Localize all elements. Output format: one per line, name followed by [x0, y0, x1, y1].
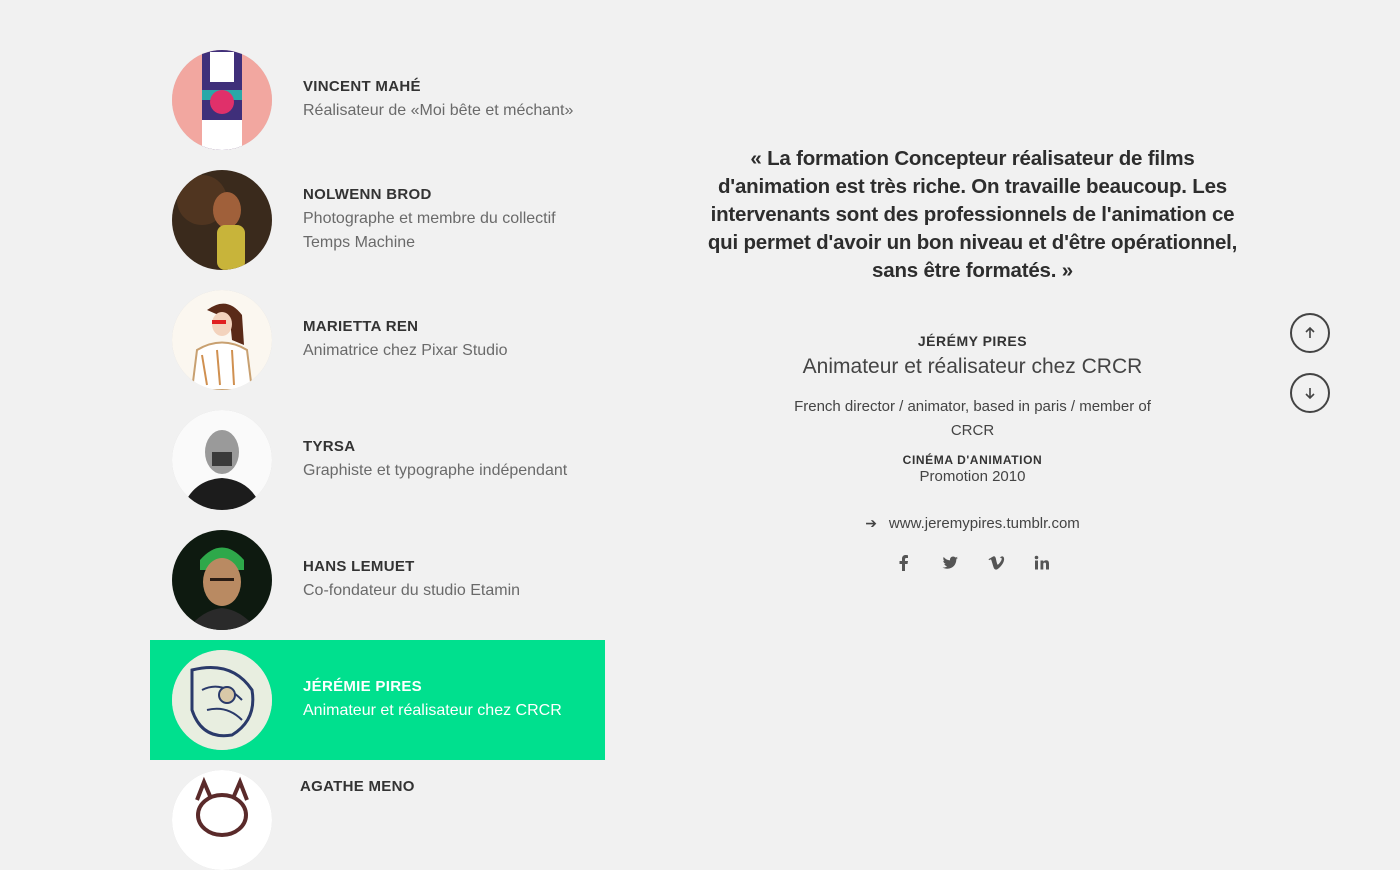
list-item[interactable]: MARIETTA REN Animatrice chez Pixar Studi…	[150, 280, 605, 400]
list-item[interactable]: NOLWENN BROD Photographe et membre du co…	[150, 160, 605, 280]
linkedin-icon[interactable]	[1033, 554, 1051, 572]
avatar	[172, 290, 272, 390]
avatar	[172, 650, 272, 750]
detail-name: JÉRÉMY PIRES	[917, 333, 1028, 349]
list-item-active[interactable]: JÉRÉMIE PIRES Animateur et réalisateur c…	[150, 640, 605, 760]
list-item[interactable]: VINCENT MAHÉ Réalisateur de «Moi bête et…	[150, 40, 605, 160]
list-item[interactable]: TYRSA Graphiste et typographe indépendan…	[150, 400, 605, 520]
scroll-down-button[interactable]	[1290, 373, 1330, 413]
person-role: Photographe et membre du collectif Temps…	[303, 209, 556, 251]
person-name: JÉRÉMIE PIRES	[303, 677, 422, 695]
testimonial-quote: « La formation Concepteur réalisateur de…	[707, 147, 1238, 282]
testimonial-list: VINCENT MAHÉ Réalisateur de «Moi bête et…	[150, 40, 605, 870]
avatar	[172, 50, 272, 150]
list-item[interactable]: HANS LEMUET Co-fondateur du studio Etami…	[150, 520, 605, 640]
person-role: Animatrice chez Pixar Studio	[303, 341, 508, 359]
twitter-icon[interactable]	[941, 554, 959, 572]
detail-bio: French director / animator, based in par…	[794, 398, 1151, 439]
detail-category: CINÉMA D'ANIMATION	[902, 453, 1043, 467]
testimonial-detail: « La formation Concepteur réalisateur de…	[700, 145, 1245, 572]
avatar	[172, 770, 272, 870]
person-role: Co-fondateur du studio Etamin	[303, 581, 521, 599]
arrow-down-icon	[1305, 388, 1315, 400]
arrow-right-icon: ➔	[865, 515, 877, 531]
person-role: Animateur et réalisateur chez CRCR	[303, 701, 562, 719]
avatar	[172, 530, 272, 630]
person-name: MARIETTA REN	[303, 317, 419, 335]
vimeo-icon[interactable]	[987, 554, 1005, 572]
person-name: NOLWENN BROD	[303, 185, 432, 203]
scroll-up-button[interactable]	[1290, 313, 1330, 353]
facebook-icon[interactable]	[895, 554, 913, 572]
detail-promotion: Promotion 2010	[919, 468, 1026, 485]
website-link[interactable]: ➔ www.jeremypires.tumblr.com	[700, 515, 1245, 532]
avatar	[172, 170, 272, 270]
person-name: TYRSA	[303, 437, 356, 455]
avatar	[172, 410, 272, 510]
person-role: Graphiste et typographe indépendant	[303, 461, 568, 479]
arrow-up-icon	[1305, 326, 1315, 338]
detail-role: Animateur et réalisateur chez CRCR	[802, 355, 1143, 378]
person-role: Réalisateur de «Moi bête et méchant»	[303, 101, 574, 119]
website-link-text: www.jeremypires.tumblr.com	[888, 515, 1080, 532]
person-name: AGATHE MENO	[300, 778, 415, 795]
social-links	[700, 554, 1245, 572]
person-name: HANS LEMUET	[303, 557, 415, 575]
list-item[interactable]: AGATHE MENO	[150, 760, 605, 870]
person-name: VINCENT MAHÉ	[303, 77, 421, 95]
